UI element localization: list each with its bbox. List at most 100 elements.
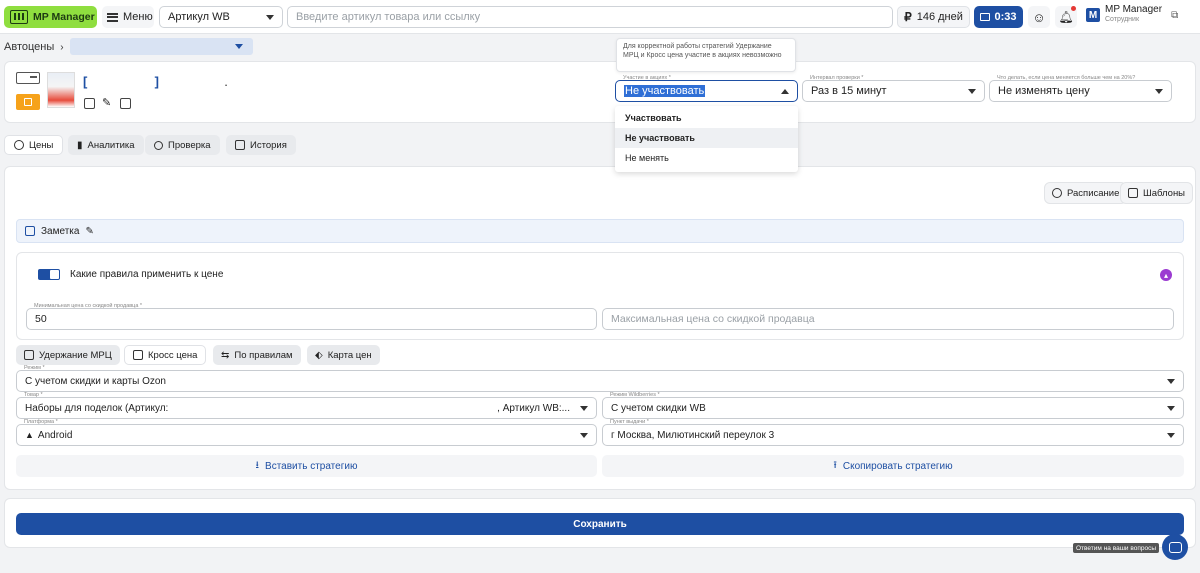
interval-value: Раз в 15 минут bbox=[811, 85, 887, 97]
chevron-down-icon bbox=[1167, 378, 1175, 384]
wb-mode-value: С учетом скидки WB bbox=[611, 402, 706, 414]
strategy-label: Карта цен bbox=[327, 349, 372, 361]
platform-select[interactable]: ▲ Android bbox=[16, 424, 597, 446]
rules-toggle[interactable] bbox=[38, 269, 60, 280]
timer-button[interactable]: 0:33 bbox=[974, 6, 1023, 28]
tab-prices[interactable]: Цены bbox=[4, 135, 64, 155]
pickup-value: г Москва, Милютинский переулок 3 bbox=[611, 429, 775, 441]
max-price-input[interactable]: Максимальная цена со скидкой продавца bbox=[602, 308, 1174, 330]
templates-button[interactable]: Шаблоны bbox=[1120, 182, 1194, 204]
logo-button[interactable]: MP Manager bbox=[4, 6, 97, 28]
insert-strategy-button[interactable]: ⭳ Вставить стратегию bbox=[16, 455, 597, 477]
product-field-value: Наборы для поделок (Артикул: bbox=[25, 402, 169, 414]
min-price-input[interactable]: 50 bbox=[26, 308, 597, 330]
notification-dot bbox=[1071, 6, 1076, 11]
note-bar[interactable]: Заметка ✎ bbox=[16, 219, 1184, 243]
android-icon: ▲ bbox=[25, 430, 34, 440]
timer-value: 0:33 bbox=[994, 11, 1017, 23]
schedule-label: Расписание bbox=[1067, 187, 1120, 199]
edit-icon[interactable]: ✎ bbox=[85, 226, 93, 237]
search-type-select[interactable]: Артикул WB bbox=[159, 6, 283, 28]
change-value: Не изменять цену bbox=[998, 85, 1090, 97]
schedule-button[interactable]: Расписание bbox=[1044, 182, 1128, 204]
strategy-price-map[interactable]: ⬖ Карта цен bbox=[307, 345, 380, 365]
interval-select[interactable]: Раз в 15 минут bbox=[802, 80, 985, 102]
search-icon bbox=[154, 140, 163, 150]
search-placeholder: Введите артикул товара или ссылку bbox=[296, 11, 481, 23]
action-button[interactable] bbox=[16, 94, 40, 110]
promo-option-participate[interactable]: Участвовать bbox=[615, 108, 798, 128]
tab-check[interactable]: Проверка bbox=[145, 135, 220, 155]
mrc-icon bbox=[24, 350, 34, 360]
pickup-select[interactable]: г Москва, Милютинский переулок 3 bbox=[602, 424, 1184, 446]
notifications-button[interactable]: 🔔︎ bbox=[1055, 6, 1077, 28]
strategy-mrc[interactable]: Удержание МРЦ bbox=[16, 345, 120, 365]
chevron-up-icon bbox=[781, 88, 789, 94]
breadcrumb: Автоцены › bbox=[4, 41, 64, 53]
copy-icon[interactable] bbox=[120, 98, 131, 109]
dollar-icon bbox=[14, 140, 24, 150]
chevron-down-icon bbox=[580, 432, 588, 438]
tab-history[interactable]: История bbox=[226, 135, 296, 155]
option-label: Не участвовать bbox=[625, 133, 695, 143]
product-meta: . bbox=[224, 74, 228, 89]
mode-value: С учетом скидки и карты Ozon bbox=[25, 375, 166, 387]
promo-option-not-participate[interactable]: Не участвовать bbox=[615, 128, 798, 148]
promo-option-no-change[interactable]: Не менять bbox=[615, 148, 798, 168]
chevron-down-icon bbox=[1167, 405, 1175, 411]
bracket-close: ] bbox=[154, 74, 159, 89]
template-icon bbox=[1128, 188, 1138, 198]
copy-icon[interactable]: ⧉ bbox=[1171, 10, 1178, 21]
user-name: MP Manager bbox=[1105, 4, 1163, 15]
strategy-rules[interactable]: ⇆ По правилам bbox=[213, 345, 301, 365]
product-title: [ ] . bbox=[83, 74, 228, 89]
tooltip-text: Для корректной работы стратегий Удержани… bbox=[623, 43, 782, 59]
promo-select[interactable]: Не участвовать bbox=[615, 80, 798, 102]
cross-price-icon bbox=[133, 350, 143, 360]
tab-analytics[interactable]: ▮ Аналитика bbox=[68, 135, 144, 155]
status-toggle[interactable] bbox=[16, 72, 40, 84]
tab-label: Проверка bbox=[168, 139, 211, 151]
chevron-down-icon bbox=[235, 44, 243, 49]
save-label: Сохранить bbox=[573, 518, 627, 530]
rules-icon: ⇆ bbox=[221, 349, 230, 361]
option-label: Участвовать bbox=[625, 113, 682, 123]
note-label: Заметка bbox=[41, 225, 80, 237]
user-role: Сотрудник bbox=[1105, 16, 1140, 23]
rules-title: Какие правила применить к цене bbox=[70, 269, 224, 280]
bell-icon: 🔔︎ bbox=[1058, 10, 1074, 24]
tab-label: Цены bbox=[29, 139, 54, 151]
chevron-down-icon bbox=[1167, 432, 1175, 438]
copy-strategy-label: Скопировать стратегию bbox=[842, 460, 953, 472]
calendar-icon[interactable] bbox=[84, 98, 95, 109]
menu-button[interactable]: Меню bbox=[102, 6, 154, 28]
wb-mode-select[interactable]: С учетом скидки WB bbox=[602, 397, 1184, 419]
download-icon: ⭳ bbox=[255, 459, 260, 471]
menu-label: Меню bbox=[123, 11, 153, 23]
chevron-down-icon bbox=[1155, 88, 1163, 94]
smile-icon: ☺ bbox=[1032, 9, 1046, 25]
change-select[interactable]: Не изменять цену bbox=[989, 80, 1172, 102]
save-button[interactable]: Сохранить bbox=[16, 513, 1184, 535]
product-field-select[interactable]: Наборы для поделок (Артикул: , Артикул W… bbox=[16, 397, 597, 419]
copy-strategy-button[interactable]: ⭱ Скопировать стратегию bbox=[602, 455, 1184, 477]
product-select[interactable] bbox=[70, 38, 253, 55]
user-menu[interactable]: M MP Manager Сотрудник ⧉ bbox=[1086, 5, 1178, 25]
breadcrumb-root[interactable]: Автоцены bbox=[4, 41, 54, 53]
mode-select[interactable]: С учетом скидки и карты Ozon bbox=[16, 370, 1184, 392]
user-avatar: M bbox=[1086, 8, 1100, 22]
product-field-article: , Артикул WB:... bbox=[497, 402, 570, 414]
min-price-value: 50 bbox=[35, 313, 47, 325]
chat-button[interactable] bbox=[1162, 534, 1188, 560]
strategy-cross[interactable]: Кросс цена bbox=[124, 345, 207, 365]
collapse-icon[interactable]: ▴ bbox=[1160, 269, 1172, 281]
max-price-placeholder: Максимальная цена со скидкой продавца bbox=[611, 313, 815, 325]
chat-icon bbox=[1168, 541, 1182, 553]
product-thumbnail[interactable] bbox=[47, 72, 75, 108]
search-input[interactable]: Введите артикул товара или ссылку bbox=[287, 6, 893, 28]
tab-label: История bbox=[250, 139, 287, 151]
edit-icon[interactable]: ✎ bbox=[102, 96, 111, 109]
subscription-days[interactable]: ₽ 146 дней bbox=[897, 6, 970, 28]
insert-strategy-label: Вставить стратегию bbox=[265, 460, 358, 472]
smile-button[interactable]: ☺ bbox=[1028, 6, 1050, 28]
